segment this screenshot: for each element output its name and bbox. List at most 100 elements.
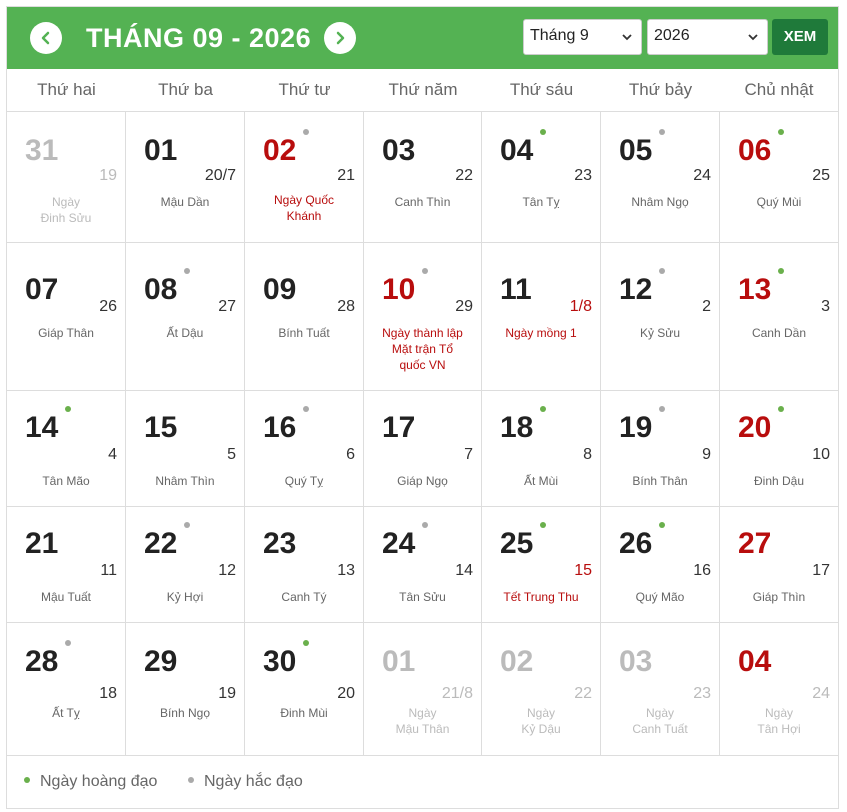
solar-day: 06 [738, 134, 772, 167]
cell-text-line: Tân Sửu [399, 590, 446, 604]
day-cell[interactable]: 25 15 Tết Trung Thu [482, 507, 601, 622]
day-cell[interactable]: 21 11 Mậu Tuất [7, 507, 126, 622]
day-cell[interactable]: 20 10 Đinh Dậu [720, 391, 838, 506]
cell-text-line: Ngày Quốc [273, 193, 335, 207]
month-select-value: Tháng 9 [530, 27, 589, 44]
good-day-dot-icon [65, 406, 71, 412]
cell-text-line: Kỷ Hợi [166, 590, 204, 604]
canchi-label: Ất Mùi [486, 473, 596, 489]
weekday-label: Chủ nhật [744, 80, 814, 99]
canchi-label: Mậu Dần [130, 194, 240, 210]
lunar-day: 29 [455, 298, 473, 315]
day-cell[interactable]: 02 22 Ngày Kỷ Dậu [482, 623, 601, 755]
day-cell[interactable]: 16 6 Quý Tỵ [245, 391, 364, 506]
day-cell[interactable]: 27 17 Giáp Thìn [720, 507, 838, 622]
canchi-label: Giáp Ngọ [368, 473, 477, 489]
bad-day-dot-icon [659, 129, 665, 135]
cell-text-line: Mậu Tuất [40, 590, 92, 604]
lunar-day: 6 [346, 446, 355, 463]
bad-day-dot-icon [184, 268, 190, 274]
day-cell[interactable]: 10 29 Ngày thành lập Mặt trận Tổ quốc VN [364, 243, 482, 390]
day-cell[interactable]: 26 16 Quý Mão [601, 507, 720, 622]
day-cell[interactable]: 01 21/8 Ngày Mậu Thân [364, 623, 482, 755]
day-cell[interactable]: 04 24 Ngày Tân Hợi [720, 623, 838, 755]
lunar-day: 1/8 [569, 298, 592, 315]
weekday-header: Thứ hai Thứ ba Thứ tư Thứ năm Thứ sáu Thứ bảy… [7, 69, 838, 112]
canchi-label: Nhâm Ngọ [605, 194, 715, 210]
holiday-label: Ngày mồng 1 [486, 325, 596, 341]
canchi-label: Tân Tỵ [486, 194, 596, 210]
view-button[interactable]: XEM [772, 19, 828, 55]
next-month-button[interactable] [324, 22, 356, 54]
solar-day: 22 [144, 527, 178, 560]
good-day-dot-icon [778, 406, 784, 412]
canchi-label: Giáp Thìn [724, 589, 834, 605]
day-cell[interactable]: 11 1/8 Ngày mồng 1 [482, 243, 601, 390]
day-cell[interactable]: 15 5 Nhâm Thìn [126, 391, 245, 506]
day-cell[interactable]: 22 12 Kỷ Hợi [126, 507, 245, 622]
day-cell[interactable]: 18 8 Ất Mùi [482, 391, 601, 506]
cell-text-line: Mậu Thân [395, 722, 450, 736]
lunar-day: 22 [574, 685, 592, 702]
day-cell[interactable]: 17 7 Giáp Ngọ [364, 391, 482, 506]
day-cell[interactable]: 05 24 Nhâm Ngọ [601, 112, 720, 242]
day-cell[interactable]: 04 23 Tân Tỵ [482, 112, 601, 242]
lunar-day: 23 [693, 685, 711, 702]
day-cell[interactable]: 02 21 Ngày Quốc Khánh [245, 112, 364, 242]
lunar-day: 26 [99, 298, 117, 315]
canchi-label: Tân Sửu [368, 589, 477, 605]
solar-day: 02 [500, 645, 534, 678]
solar-day: 11 [500, 273, 532, 306]
chevron-down-icon [622, 34, 632, 41]
solar-day: 02 [263, 134, 297, 167]
cell-text-line: Khánh [286, 209, 322, 223]
day-cell[interactable]: 30 20 Đinh Mùi [245, 623, 364, 755]
weekday-label: Thứ bảy [628, 80, 693, 99]
day-cell[interactable]: 07 26 Giáp Thân [7, 243, 126, 390]
holiday-label: Ngày Quốc Khánh [249, 192, 359, 224]
lunar-day: 4 [108, 446, 117, 463]
lunar-day: 21 [337, 167, 355, 184]
day-cell[interactable]: 24 14 Tân Sửu [364, 507, 482, 622]
lunar-day: 19 [218, 685, 236, 702]
day-cell[interactable]: 13 3 Canh Dần [720, 243, 838, 390]
month-select[interactable]: Tháng 9 [523, 19, 642, 55]
cell-text-line: Ất Dậu [166, 326, 204, 340]
cell-text-line: Bính Tuất [278, 326, 330, 340]
lunar-day: 14 [455, 562, 473, 579]
day-cell[interactable]: 03 22 Canh Thìn [364, 112, 482, 242]
day-cell[interactable]: 28 18 Ất Tỵ [7, 623, 126, 755]
cell-text-line: Ngày thành lập [382, 326, 463, 340]
lunar-day: 18 [99, 685, 117, 702]
lunar-day: 24 [693, 167, 711, 184]
year-select[interactable]: 2026 [647, 19, 768, 55]
day-cell[interactable]: 29 19 Bính Ngọ [126, 623, 245, 755]
bad-day-dot-icon [188, 776, 194, 783]
day-cell[interactable]: 14 4 Tân Mão [7, 391, 126, 506]
lunar-day: 12 [218, 562, 236, 579]
solar-day: 23 [263, 527, 297, 560]
day-cell[interactable]: 06 25 Quý Mùi [720, 112, 838, 242]
canchi-label: Ngày Tân Hợi [724, 705, 834, 737]
cell-text-line: Kỷ Dậu [521, 722, 561, 736]
canchi-label: Ngày Mậu Thân [368, 705, 477, 737]
day-cell[interactable]: 01 20/7 Mậu Dần [126, 112, 245, 242]
day-cell[interactable]: 03 23 Ngày Canh Tuất [601, 623, 720, 755]
cell-text-line: Ất Mùi [523, 474, 558, 488]
day-cell[interactable]: 08 27 Ất Dậu [126, 243, 245, 390]
day-cell[interactable]: 12 2 Kỷ Sửu [601, 243, 720, 390]
solar-day: 20 [738, 411, 772, 444]
prev-month-button[interactable] [30, 22, 62, 54]
day-cell[interactable]: 31 19 Ngày Đinh Sửu [7, 112, 126, 242]
lunar-day: 22 [455, 167, 473, 184]
holiday-label: Ngày thành lập Mặt trận Tổ quốc VN [368, 325, 477, 373]
day-cell[interactable]: 09 28 Bính Tuất [245, 243, 364, 390]
day-cell[interactable]: 19 9 Bính Thân [601, 391, 720, 506]
calendar-header: THÁNG 09 - 2026 Tháng 9 2026 XEM [7, 7, 838, 69]
day-cell[interactable]: 23 13 Canh Tý [245, 507, 364, 622]
solar-day: 29 [144, 645, 178, 678]
lunar-day: 25 [812, 167, 830, 184]
good-day-dot-icon [540, 406, 546, 412]
solar-day: 15 [144, 411, 178, 444]
solar-day: 31 [25, 134, 59, 167]
